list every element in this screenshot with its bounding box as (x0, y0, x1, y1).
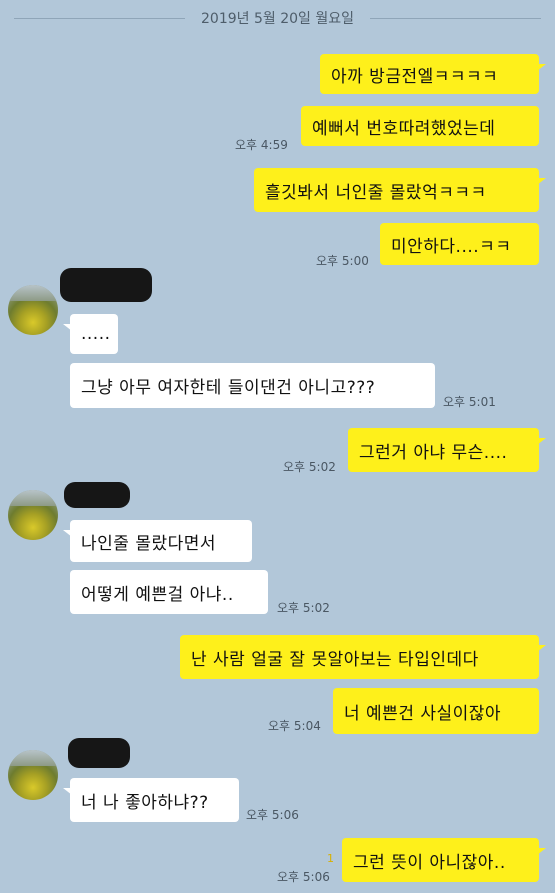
message-text: 너 예쁜건 사실이잖아 (344, 703, 502, 724)
my-message-bubble[interactable]: 아까 방금전엘ㅋㅋㅋㅋ (320, 54, 546, 94)
timestamp: 오후 5:01 (443, 395, 496, 409)
avatar-background (8, 285, 58, 301)
message-text: 아까 방금전엘ㅋㅋㅋㅋ (331, 66, 499, 87)
unread-count: 1 (327, 852, 334, 865)
my-message-bubble[interactable]: 난 사람 얼굴 잘 못알아보는 타입인데다 (180, 635, 546, 679)
message-text: 그런 뜻이 아니잖아.. (353, 852, 506, 873)
timestamp: 오후 5:02 (277, 601, 330, 615)
message-text: 그런거 아냐 무슨.... (359, 442, 508, 463)
timestamp: 오후 5:04 (268, 719, 321, 733)
friend-avatar[interactable] (8, 490, 58, 540)
message-text: 예뻐서 번호따려했었는데 (312, 118, 496, 139)
date-label: 2019년 5월 20일 월요일 (201, 11, 354, 27)
message-text: 흘깃봐서 너인줄 몰랐억ㅋㅋㅋ (265, 182, 487, 203)
friend-message-bubble[interactable]: 그냥 아무 여자한테 들이댄건 아니고??? (70, 363, 435, 408)
timestamp: 오후 5:06 (246, 808, 299, 822)
timestamp: 오후 5:00 (316, 254, 369, 268)
avatar-background (8, 490, 58, 506)
divider (370, 17, 542, 19)
my-message-bubble[interactable]: 미안하다....ㅋㅋ (380, 223, 539, 265)
friend-message-bubble[interactable]: 너 나 좋아하냐?? (63, 778, 239, 822)
redacted-name (60, 268, 152, 302)
message-text: 난 사람 얼굴 잘 못알아보는 타입인데다 (191, 649, 479, 670)
message-text: 그냥 아무 여자한테 들이댄건 아니고??? (81, 378, 376, 398)
avatar-background (8, 750, 58, 766)
friend-message-bubble[interactable]: ..... (63, 314, 118, 354)
timestamp: 오후 5:06 (277, 870, 330, 884)
redacted-name (64, 482, 130, 508)
message-text: 미안하다....ㅋㅋ (391, 236, 512, 257)
timestamp: 오후 4:59 (235, 138, 288, 152)
friend-avatar[interactable] (8, 285, 58, 335)
my-message-bubble[interactable]: 흘깃봐서 너인줄 몰랐억ㅋㅋㅋ (254, 168, 546, 212)
message-text: ..... (81, 324, 111, 344)
timestamp: 오후 5:02 (283, 460, 336, 474)
my-message-bubble[interactable]: 그런 뜻이 아니잖아.. (342, 838, 546, 882)
friend-avatar[interactable] (8, 750, 58, 800)
friend-message-bubble[interactable]: 어떻게 예쁜걸 아냐.. (70, 570, 268, 614)
message-text: 어떻게 예쁜걸 아냐.. (81, 584, 234, 605)
date-separator: 2019년 5월 20일 월요일 (0, 6, 555, 30)
message-text: 나인줄 몰랐다면서 (81, 533, 217, 554)
friend-message-bubble[interactable]: 나인줄 몰랐다면서 (63, 520, 252, 562)
message-text: 너 나 좋아하냐?? (81, 792, 209, 813)
my-message-bubble[interactable]: 예뻐서 번호따려했었는데 (301, 106, 539, 146)
my-message-bubble[interactable]: 너 예쁜건 사실이잖아 (333, 688, 539, 734)
my-message-bubble[interactable]: 그런거 아냐 무슨.... (348, 428, 546, 472)
redacted-name (68, 738, 130, 768)
divider (14, 17, 186, 19)
